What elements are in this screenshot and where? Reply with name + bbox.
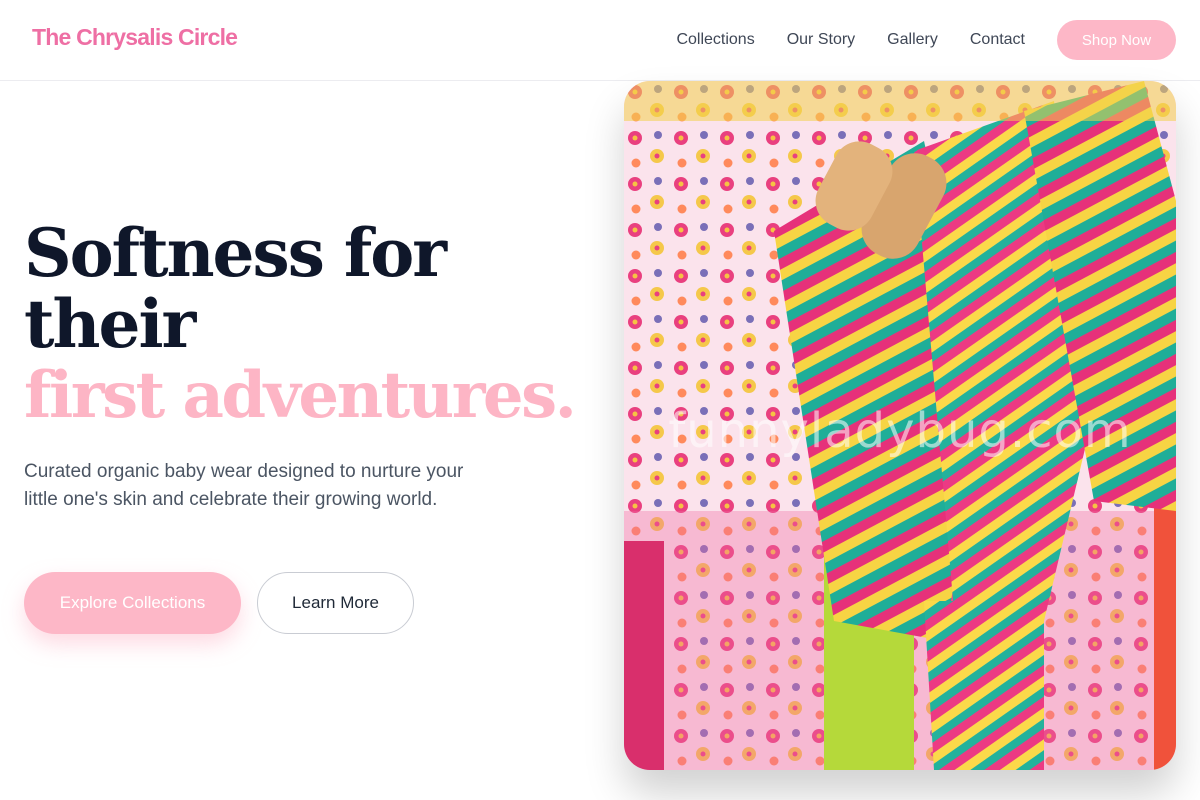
nav-link-gallery[interactable]: Gallery [887, 31, 938, 49]
hero-image: funnyladybug.com [624, 81, 1176, 770]
hero-title-line-1: Softness for [24, 214, 447, 292]
learn-more-button[interactable]: Learn More [257, 572, 414, 634]
hero-title: Softness for their first adventures. [24, 214, 604, 433]
nav-link-collections[interactable]: Collections [676, 31, 754, 49]
explore-collections-button[interactable]: Explore Collections [24, 572, 241, 634]
hero-description: Curated organic baby wear designed to nu… [24, 461, 464, 510]
nav-link-our-story[interactable]: Our Story [787, 31, 855, 49]
image-watermark: funnyladybug.com [668, 403, 1132, 459]
site-header: The Chrysalis Circle Collections Our Sto… [0, 0, 1200, 81]
main-nav: Collections Our Story Gallery Contact Sh… [676, 0, 1176, 80]
brand-logo[interactable]: The Chrysalis Circle [32, 24, 238, 51]
hero-title-line-2: their [24, 285, 196, 363]
nav-link-contact[interactable]: Contact [970, 31, 1025, 49]
shop-now-button[interactable]: Shop Now [1057, 20, 1176, 60]
hero-title-accent: first adventures. [24, 358, 577, 433]
